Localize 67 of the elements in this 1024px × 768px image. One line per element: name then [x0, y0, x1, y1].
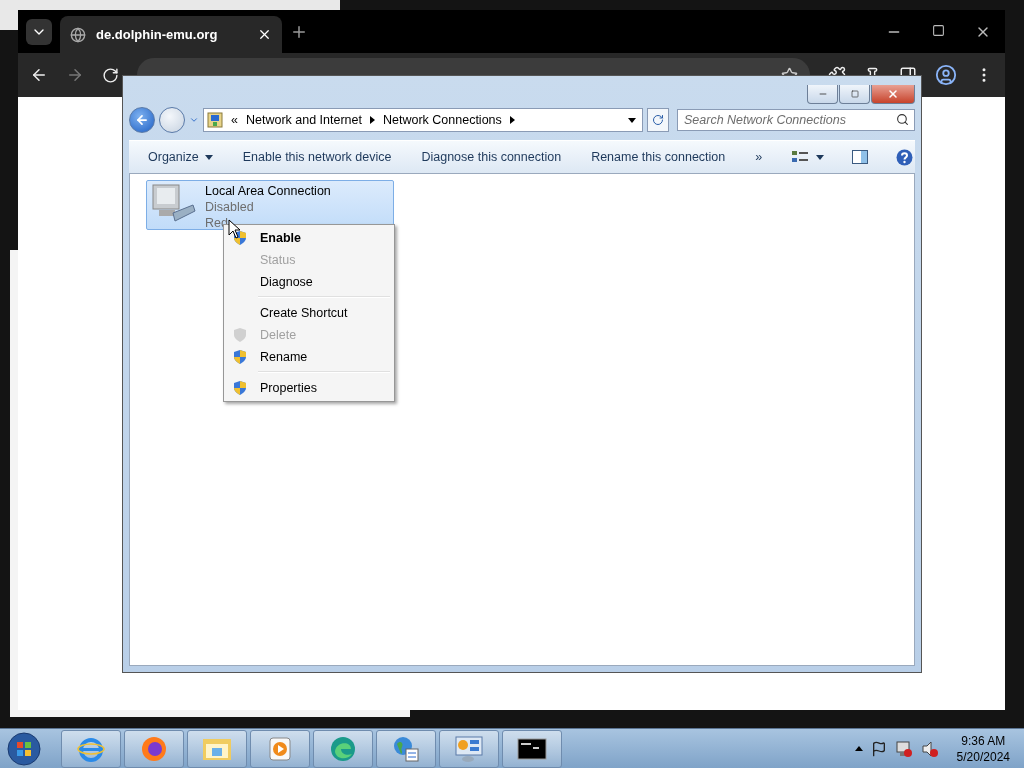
profile-icon[interactable]: [935, 64, 957, 86]
preview-pane-icon[interactable]: [852, 150, 869, 164]
caret-icon: [204, 154, 213, 160]
globe-icon: [70, 26, 86, 43]
breadcrumb-arrow-icon[interactable]: [370, 116, 375, 124]
start-button[interactable]: [4, 730, 44, 767]
breadcrumb-item[interactable]: Network and Internet: [245, 113, 362, 127]
breadcrumb-item[interactable]: Network Connections: [383, 113, 502, 127]
forward-icon[interactable]: [66, 66, 84, 84]
tab-search-button[interactable]: [26, 18, 52, 45]
back-arrow-icon: [135, 113, 149, 127]
back-icon[interactable]: [30, 66, 48, 84]
breadcrumb-arrow-icon[interactable]: [509, 116, 515, 124]
browser-tab[interactable]: de.dolphin-emu.org: [60, 16, 282, 53]
menu-item[interactable]: Rename: [226, 346, 392, 368]
command-button[interactable]: Diagnose this connection: [421, 150, 562, 164]
control-panel-icon: [454, 734, 484, 763]
windows-logo-icon: [6, 730, 42, 767]
globe-document-icon: [392, 734, 420, 763]
firefox-icon: [140, 734, 168, 763]
edge-icon: [329, 734, 357, 763]
close-button[interactable]: [871, 85, 915, 104]
refresh-button[interactable]: [647, 108, 669, 132]
dropdown-arrow-icon[interactable]: [628, 117, 636, 123]
file-explorer-button[interactable]: [187, 729, 247, 768]
internet-explorer-button[interactable]: [61, 729, 121, 768]
close-icon: [887, 88, 899, 100]
restore-icon: [850, 90, 859, 98]
close-tab-icon[interactable]: [257, 27, 272, 42]
refresh-icon: [652, 114, 664, 126]
clock[interactable]: 9:36 AM 5/20/2024: [956, 732, 1010, 765]
forward-button[interactable]: [159, 107, 185, 133]
menu-item[interactable]: Properties: [226, 377, 392, 399]
firefox-button[interactable]: [124, 729, 184, 768]
edge-button[interactable]: [313, 729, 373, 768]
menu-item[interactable]: Create Shortcut: [226, 302, 392, 324]
shield-icon: [233, 327, 247, 343]
connection-name: Local Area Connection: [205, 183, 331, 199]
play-icon: [268, 735, 292, 762]
media-player-button[interactable]: [250, 729, 310, 768]
search-field[interactable]: Search Network Connections: [677, 109, 915, 131]
connection-status: Disabled: [205, 199, 254, 215]
search-icon[interactable]: [896, 113, 909, 126]
restore-button[interactable]: [839, 85, 870, 104]
network-folder-icon: [207, 112, 223, 128]
show-hidden-icons-icon[interactable]: [854, 746, 863, 751]
maximize-icon[interactable]: [932, 23, 945, 37]
network-task-button[interactable]: [376, 729, 436, 768]
command-button[interactable]: Rename this connection: [591, 150, 726, 164]
view-options-icon[interactable]: [792, 150, 825, 164]
command-button[interactable]: Enable this network device: [242, 150, 392, 164]
reload-icon[interactable]: [102, 66, 119, 84]
breadcrumb-chevron[interactable]: «: [231, 113, 238, 127]
terminal-icon: [517, 737, 547, 760]
menu-item[interactable]: Diagnose: [226, 271, 392, 293]
flag-icon[interactable]: [870, 740, 887, 757]
more-commands-button[interactable]: »: [755, 150, 763, 164]
network-error-icon[interactable]: [894, 739, 913, 758]
minimize-button[interactable]: [807, 85, 838, 104]
command-prompt-button[interactable]: [502, 729, 562, 768]
shield-icon: [233, 380, 247, 396]
help-icon[interactable]: [896, 148, 914, 166]
shield-icon: [233, 349, 247, 365]
speaker-muted-icon[interactable]: [920, 739, 939, 758]
organize-menu[interactable]: Organize: [148, 150, 213, 164]
address-breadcrumb[interactable]: « Network and Internet Network Connections: [203, 108, 643, 132]
back-button[interactable]: [129, 107, 155, 133]
